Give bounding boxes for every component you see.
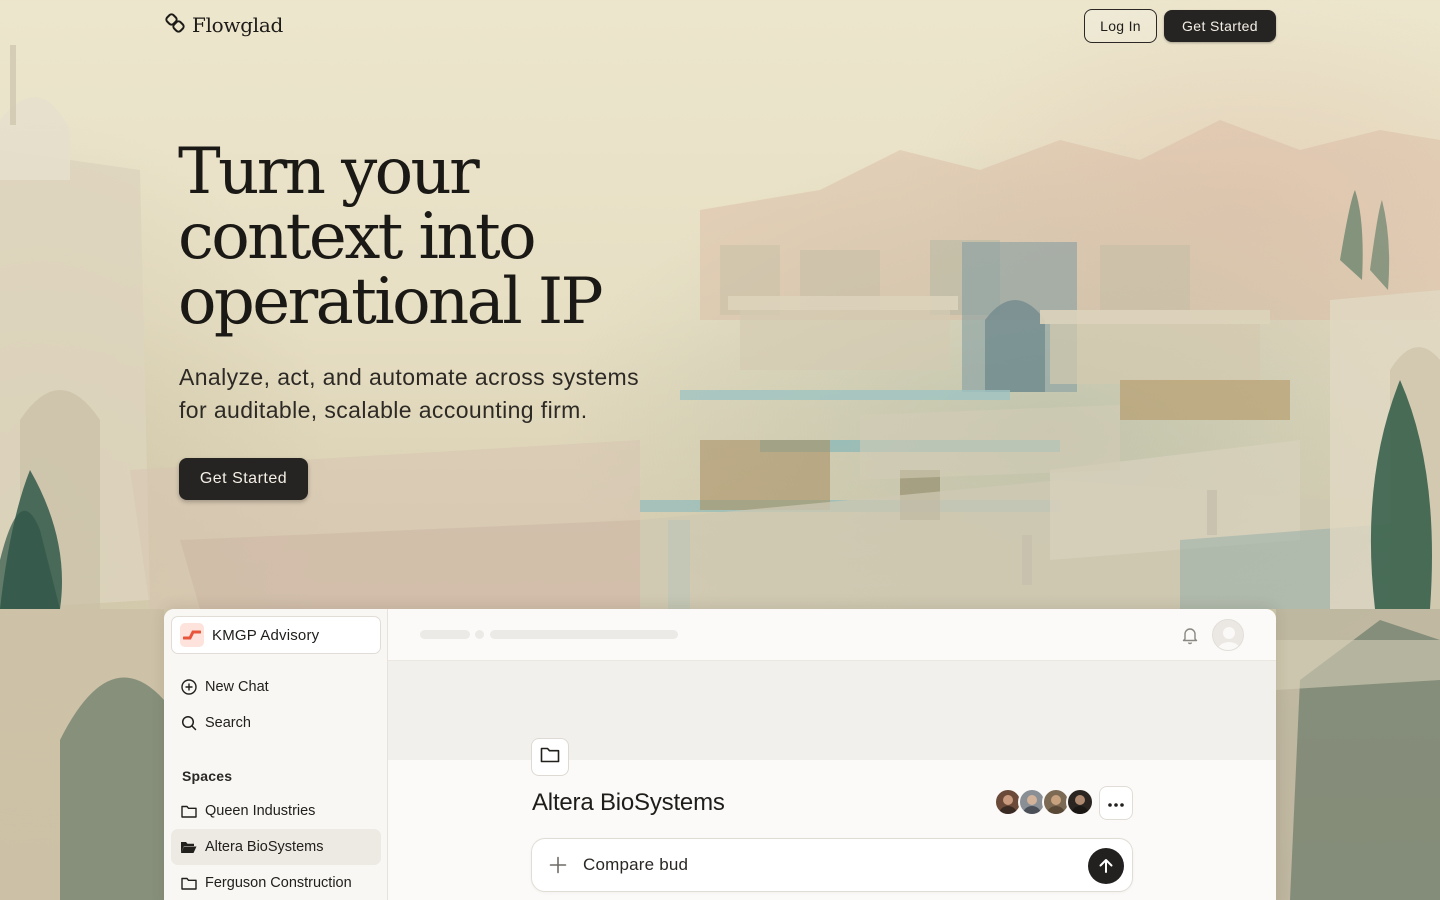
breadcrumb-placeholder	[490, 630, 678, 639]
search-button[interactable]: Search	[171, 705, 381, 741]
folder-open-icon	[180, 839, 197, 856]
user-avatar[interactable]	[1212, 619, 1244, 651]
hero-subtitle-line: for auditable, scalable accounting firm.	[179, 397, 588, 423]
hero-title-line: Turn your	[178, 135, 480, 209]
member-avatars[interactable]	[994, 788, 1094, 816]
hero-get-started-button[interactable]: Get Started	[179, 458, 308, 500]
hero-subtitle: Analyze, act, and automate across system…	[179, 361, 719, 427]
chat-input[interactable]: Compare bud	[583, 855, 688, 875]
new-chat-button[interactable]: New Chat	[171, 669, 381, 705]
nav-get-started-button[interactable]: Get Started	[1164, 10, 1276, 42]
org-switcher[interactable]: KMGP Advisory	[171, 616, 381, 654]
spaces-heading: Spaces	[182, 768, 233, 784]
member-avatar	[1066, 788, 1094, 816]
sidebar-item-altera-biosystems[interactable]: Altera BioSystems	[171, 829, 381, 865]
arrow-up-icon	[1099, 859, 1113, 873]
login-button[interactable]: Log In	[1084, 9, 1157, 43]
ellipsis-icon	[1108, 794, 1124, 812]
sidebar-item-label: Ferguson Construction	[205, 875, 352, 891]
folder-icon	[180, 803, 197, 820]
search-label: Search	[205, 715, 251, 731]
search-icon	[180, 715, 197, 732]
space-header-band	[388, 661, 1276, 760]
more-options-button[interactable]	[1099, 786, 1133, 820]
new-chat-label: New Chat	[205, 679, 269, 695]
org-name: KMGP Advisory	[212, 626, 320, 644]
top-bar	[388, 609, 1276, 661]
sidebar-item-label: Altera BioSystems	[205, 839, 324, 855]
bell-icon[interactable]	[1180, 625, 1200, 650]
sidebar: KMGP Advisory New Chat Search Spaces Que…	[164, 609, 388, 900]
folder-icon	[180, 875, 197, 892]
org-logo-icon	[180, 623, 204, 647]
app-preview: KMGP Advisory New Chat Search Spaces Que…	[164, 609, 1276, 900]
attach-plus-icon[interactable]	[549, 856, 567, 879]
sidebar-item-queen-industries[interactable]: Queen Industries	[171, 793, 381, 829]
hero-subtitle-line: Analyze, act, and automate across system…	[179, 364, 639, 390]
flowglad-logo-icon	[164, 12, 186, 39]
hero-title-line: context into	[178, 200, 537, 274]
hero-title-line: operational IP	[178, 265, 604, 339]
main-panel: Altera BioSystems Compare bud	[388, 609, 1276, 900]
brand-logo[interactable]: Flowglad	[164, 12, 283, 38]
folder-icon	[540, 746, 560, 768]
plus-circle-icon	[180, 679, 197, 696]
brand-name: Flowglad	[192, 13, 283, 37]
space-title: Altera BioSystems	[532, 789, 725, 816]
chat-composer[interactable]: Compare bud	[531, 838, 1133, 892]
sidebar-item-label: Queen Industries	[205, 803, 316, 819]
breadcrumb-separator	[475, 630, 484, 639]
breadcrumb-placeholder	[420, 630, 470, 639]
send-button[interactable]	[1088, 848, 1124, 884]
space-folder-tile	[531, 738, 569, 776]
hero-title: Turn your context into operational IP	[178, 140, 698, 335]
sidebar-item-ferguson-construction[interactable]: Ferguson Construction	[171, 865, 381, 900]
